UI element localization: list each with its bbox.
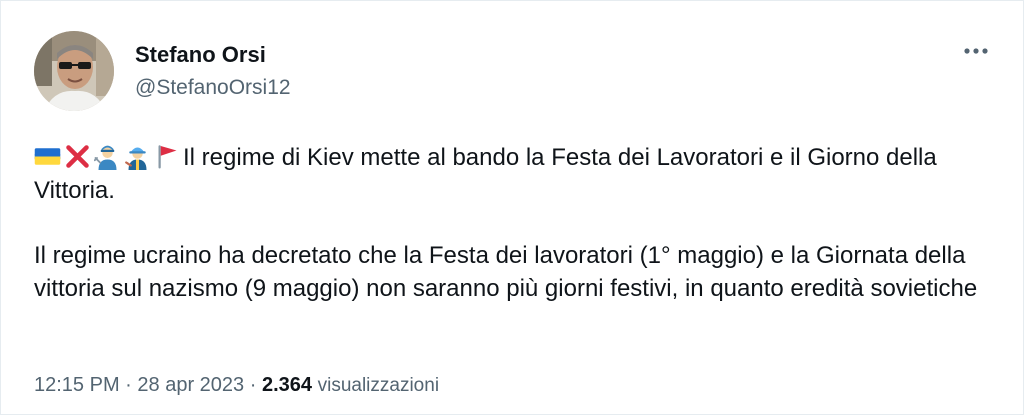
tweet-meta: 12:15 PM · 28 apr 2023 · 2.364 visualizz… (34, 371, 439, 400)
tweet-header: Stefano Orsi @StefanoOrsi12 (34, 31, 994, 115)
ukraine-flag-emoji (34, 148, 61, 165)
tweet-time[interactable]: 12:15 PM (34, 374, 120, 396)
more-options-button[interactable] (958, 39, 994, 63)
cross-mark-emoji (66, 145, 89, 168)
tweet-card: Stefano Orsi @StefanoOrsi12 Il regime di… (0, 0, 1024, 415)
author-names: Stefano Orsi @StefanoOrsi12 (135, 41, 291, 103)
author-display-name[interactable]: Stefano Orsi (135, 41, 291, 69)
avatar[interactable] (34, 31, 114, 111)
avatar-photo (34, 31, 114, 111)
more-dots-icon (964, 48, 988, 54)
tweet-paragraph-1: Il regime di Kiev mette al bando la Fest… (34, 141, 984, 207)
meta-separator: · (249, 374, 257, 396)
red-flag-emoji (158, 145, 177, 169)
meta-separator: · (125, 374, 132, 396)
author-handle[interactable]: @StefanoOrsi12 (135, 73, 291, 103)
tweet-text: Il regime di Kiev mette al bando la Fest… (34, 141, 984, 305)
construction-worker-emoji (125, 147, 147, 170)
views-count: 2.364 (261, 374, 313, 396)
emoji-row (34, 143, 181, 170)
man-mechanic-emoji (94, 145, 117, 170)
views-label: visualizzazioni (317, 375, 440, 396)
tweet-date[interactable]: 28 apr 2023 (137, 374, 244, 396)
tweet-paragraph-2: Il regime ucraino ha decretato che la Fe… (34, 242, 978, 302)
